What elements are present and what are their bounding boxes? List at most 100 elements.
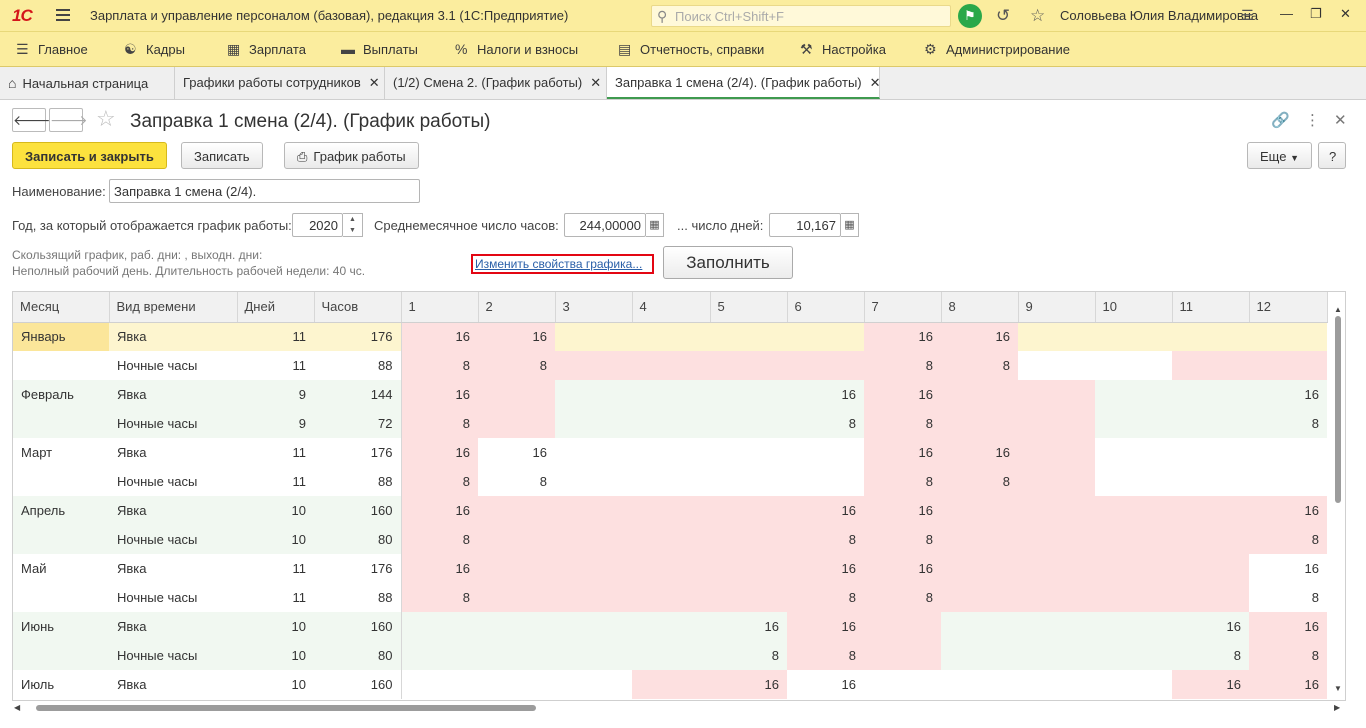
day-cell[interactable]: [864, 670, 941, 699]
day-cell[interactable]: [1018, 438, 1095, 467]
close-window-icon[interactable]: ✕: [1340, 6, 1351, 22]
menu-item-payments[interactable]: ▬ Выплаты: [341, 41, 418, 57]
hours-cell[interactable]: 88: [314, 467, 402, 496]
day-cell[interactable]: [478, 612, 555, 641]
menu-item-admin[interactable]: ⚙ Администрирование: [924, 41, 1070, 58]
day-cell[interactable]: 16: [401, 554, 478, 583]
time-kind-cell[interactable]: Ночные часы: [109, 467, 237, 496]
day-cell[interactable]: [1018, 496, 1095, 525]
day-cell[interactable]: [710, 554, 787, 583]
favorite-star-icon[interactable]: ☆: [96, 106, 116, 132]
horizontal-scrollbar[interactable]: ◀ ▶: [14, 703, 1340, 712]
day-cell[interactable]: [555, 409, 632, 438]
day-cell[interactable]: [1249, 322, 1327, 351]
day-cell[interactable]: 16: [787, 554, 864, 583]
time-kind-cell[interactable]: Явка: [109, 438, 237, 467]
day-cell[interactable]: 8: [864, 525, 941, 554]
day-cell[interactable]: [1095, 351, 1172, 380]
close-tab-icon[interactable]: ✕: [590, 75, 601, 90]
menu-item-salary[interactable]: ▦ Зарплата: [227, 41, 306, 58]
column-header[interactable]: Вид времени: [109, 292, 238, 323]
app-logo[interactable]: 1С: [12, 6, 33, 26]
day-cell[interactable]: [1249, 351, 1327, 380]
column-header[interactable]: 3: [555, 292, 633, 323]
day-cell[interactable]: [1172, 583, 1249, 612]
menu-item-main[interactable]: ☰ Главное: [16, 41, 88, 58]
day-cell[interactable]: [1172, 409, 1249, 438]
save-button[interactable]: Записать: [181, 142, 263, 169]
days-cell[interactable]: 10: [237, 670, 314, 699]
day-cell[interactable]: 8: [787, 525, 864, 554]
day-cell[interactable]: [1095, 641, 1172, 670]
more-button[interactable]: Еще ▼: [1247, 142, 1312, 169]
day-cell[interactable]: 16: [401, 322, 478, 351]
day-cell[interactable]: [941, 409, 1018, 438]
table-row[interactable]: Ночные часы 10 80 8 8 8 8: [13, 641, 1327, 670]
day-cell[interactable]: 16: [941, 438, 1018, 467]
day-cell[interactable]: 16: [478, 438, 555, 467]
day-cell[interactable]: 16: [1249, 554, 1327, 583]
day-cell[interactable]: 16: [864, 380, 941, 409]
day-cell[interactable]: [632, 496, 710, 525]
day-cell[interactable]: [632, 525, 710, 554]
vertical-scroll-thumb[interactable]: [1335, 316, 1341, 503]
horizontal-scroll-thumb[interactable]: [36, 705, 536, 711]
day-cell[interactable]: 16: [864, 496, 941, 525]
history-icon[interactable]: ↺: [996, 6, 1010, 26]
tab-home[interactable]: ⌂ Начальная страница: [0, 67, 175, 99]
time-kind-cell[interactable]: Явка: [109, 670, 237, 699]
day-cell[interactable]: [1018, 583, 1095, 612]
table-row[interactable]: Ночные часы 11 88 8 8 8 8: [13, 583, 1327, 612]
schedule-print-button[interactable]: ⎙ График работы: [284, 142, 419, 169]
day-cell[interactable]: 16: [1249, 612, 1327, 641]
day-cell[interactable]: [1095, 554, 1172, 583]
hours-cell[interactable]: 160: [314, 670, 402, 699]
tab-employee-schedules[interactable]: Графики работы сотрудников ✕: [175, 67, 385, 99]
day-cell[interactable]: [478, 525, 555, 554]
day-cell[interactable]: [1172, 322, 1249, 351]
time-kind-cell[interactable]: Ночные часы: [109, 409, 237, 438]
column-header[interactable]: 10: [1095, 292, 1173, 323]
day-cell[interactable]: 16: [1249, 670, 1327, 699]
day-cell[interactable]: [632, 351, 710, 380]
day-cell[interactable]: 8: [864, 409, 941, 438]
day-cell[interactable]: [555, 583, 632, 612]
day-cell[interactable]: [401, 641, 478, 670]
day-cell[interactable]: [1095, 322, 1172, 351]
day-cell[interactable]: [1018, 322, 1095, 351]
day-cell[interactable]: 8: [787, 641, 864, 670]
day-cell[interactable]: [555, 467, 632, 496]
day-cell[interactable]: [710, 496, 787, 525]
day-cell[interactable]: 8: [401, 583, 478, 612]
day-cell[interactable]: [1095, 496, 1172, 525]
favorites-star-icon[interactable]: ☆: [1030, 6, 1045, 26]
day-cell[interactable]: [710, 351, 787, 380]
day-cell[interactable]: 16: [941, 322, 1018, 351]
day-cell[interactable]: [710, 409, 787, 438]
day-cell[interactable]: [478, 409, 555, 438]
days-cell[interactable]: 10: [237, 612, 314, 641]
day-cell[interactable]: [555, 322, 632, 351]
day-cell[interactable]: 16: [401, 438, 478, 467]
menu-item-taxes[interactable]: % Налоги и взносы: [455, 41, 578, 57]
month-cell[interactable]: Май: [13, 554, 109, 583]
month-cell[interactable]: [13, 467, 109, 496]
day-cell[interactable]: [941, 670, 1018, 699]
day-cell[interactable]: [710, 525, 787, 554]
day-cell[interactable]: [1095, 583, 1172, 612]
day-cell[interactable]: 8: [787, 409, 864, 438]
day-cell[interactable]: 16: [710, 670, 787, 699]
day-cell[interactable]: [941, 525, 1018, 554]
day-cell[interactable]: [401, 612, 478, 641]
day-cell[interactable]: [478, 554, 555, 583]
day-cell[interactable]: 16: [864, 438, 941, 467]
day-cell[interactable]: [864, 641, 941, 670]
column-header[interactable]: 2: [478, 292, 556, 323]
close-tab-icon[interactable]: ✕: [870, 75, 881, 90]
day-cell[interactable]: 8: [941, 351, 1018, 380]
day-cell[interactable]: [632, 670, 710, 699]
day-cell[interactable]: [632, 438, 710, 467]
time-kind-cell[interactable]: Явка: [109, 612, 237, 641]
avg-hours-field[interactable]: 244,00000: [564, 213, 646, 237]
search-input[interactable]: ⚲ Поиск Ctrl+Shift+F: [651, 5, 951, 27]
